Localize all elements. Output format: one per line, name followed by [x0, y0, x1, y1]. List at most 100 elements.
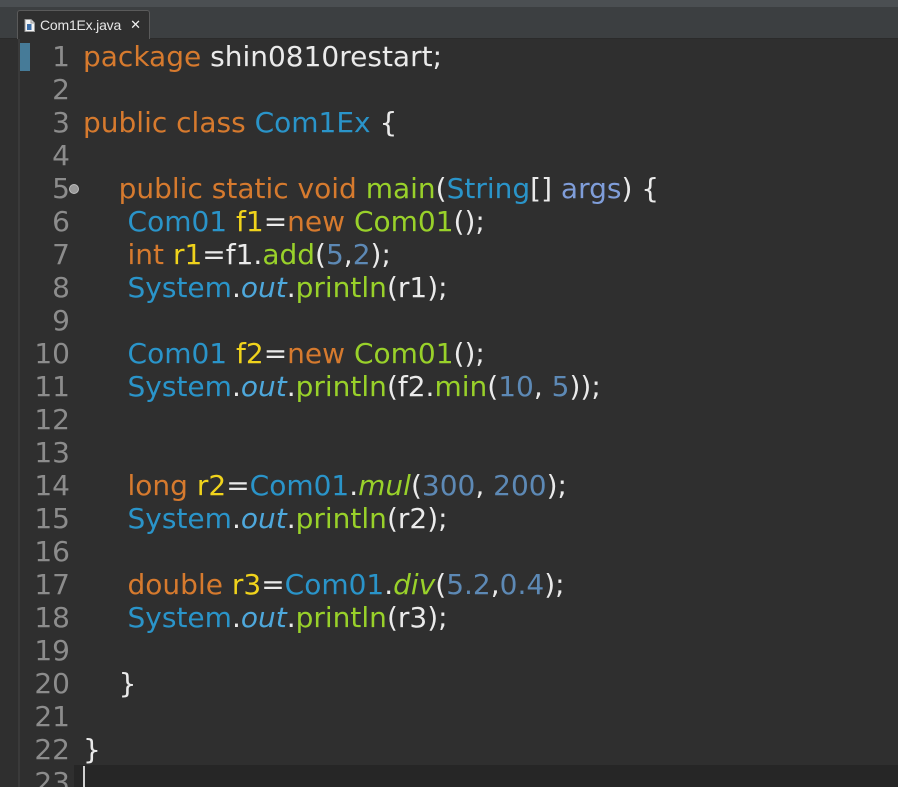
fold-collapse-icon[interactable]	[69, 184, 79, 194]
line-number: 21	[34, 700, 70, 733]
eclipse-editor-window: Com1Ex.java ✕ 1 2 3 4 5 6 7 8 9 10 11 12 13 14 15 16 17 1…	[0, 0, 898, 787]
code-token: println	[295, 271, 387, 304]
code-token: }	[83, 667, 137, 700]
line-number: 18	[34, 601, 70, 634]
code-token: r1	[172, 238, 203, 271]
code-line: double r3=Com01.div(5.2,0.4);	[83, 568, 565, 601]
tab-label: Com1Ex.java	[40, 17, 122, 33]
code-token: 10	[498, 370, 534, 403]
code-token: System	[127, 601, 232, 634]
code-token: f1	[236, 205, 264, 238]
line-number: 17	[34, 568, 70, 601]
code-token: public static void	[83, 172, 366, 205]
code-token: add	[262, 238, 316, 271]
code-token: (	[435, 172, 447, 205]
code-token: (	[435, 568, 447, 601]
code-token: (	[487, 370, 499, 403]
code-line: System.out.println(r2);	[83, 502, 448, 535]
code-token: =	[263, 337, 288, 370]
code-token: new	[287, 337, 346, 370]
code-token: =	[226, 469, 250, 502]
code-token: Com01	[353, 205, 454, 238]
code-token: package	[83, 40, 202, 73]
code-token: System	[127, 271, 232, 304]
code-token: Com01	[127, 205, 228, 238]
code-token: .	[349, 469, 359, 502]
code-token: 200	[493, 469, 547, 502]
code-token: out	[240, 370, 287, 403]
code-token: .	[286, 271, 296, 304]
close-icon[interactable]: ✕	[130, 18, 141, 33]
line-number: 12	[34, 403, 70, 436]
code-token: out	[240, 502, 287, 535]
code-token: out	[240, 271, 287, 304]
code-token: ();	[453, 205, 485, 238]
code-token: }	[83, 733, 101, 766]
code-token: double	[127, 568, 223, 601]
code-line: System.out.println(r3);	[83, 601, 448, 634]
code-token: Com1Ex	[254, 106, 371, 139]
java-file-icon	[24, 18, 35, 32]
code-token: out	[240, 601, 287, 634]
code-token: .	[231, 370, 241, 403]
code-token: f2	[236, 337, 264, 370]
code-token: new	[287, 205, 346, 238]
code-token: {	[370, 106, 398, 139]
code-token: println	[295, 502, 387, 535]
code-token: (f2.	[386, 370, 435, 403]
code-line: Com01 f1=new Com01();	[83, 205, 485, 238]
code-token: []	[530, 172, 561, 205]
code-token: min	[434, 370, 488, 403]
code-token: (r1);	[386, 271, 448, 304]
code-token: .	[231, 601, 241, 634]
line-number: 7	[52, 238, 70, 271]
line-number: 8	[52, 271, 70, 304]
code-token: 0.4	[499, 568, 545, 601]
text-caret	[83, 766, 85, 787]
code-line: }	[83, 733, 101, 766]
code-token: ,	[533, 370, 552, 403]
line-number: 20	[34, 667, 70, 700]
code-line: System.out.println(f2.min(10, 5));	[83, 370, 601, 403]
editor-tab-com1ex[interactable]: Com1Ex.java ✕	[17, 10, 150, 39]
line-number: 14	[34, 469, 70, 502]
line-number: 11	[34, 370, 70, 403]
code-line: int r1=f1.add(5,2);	[83, 238, 391, 271]
code-token: Com01	[127, 337, 228, 370]
code-token: .	[231, 502, 241, 535]
code-token: main	[365, 172, 436, 205]
code-token: 5	[325, 238, 344, 271]
line-number: 19	[34, 634, 70, 667]
code-token: Com01	[284, 568, 385, 601]
code-token: );	[546, 469, 567, 502]
code-token: =f1.	[202, 238, 263, 271]
code-token: div	[393, 568, 436, 601]
code-token: 300	[421, 469, 476, 502]
code-token: =	[261, 568, 285, 601]
code-line: }	[83, 667, 137, 700]
code-token: 5	[551, 370, 570, 403]
line-number-gutter: 1 2 3 4 5 6 7 8 9 10 11 12 13 14 15 16 17 18 19 20 21 22 23	[20, 39, 79, 787]
code-token: 2	[352, 238, 371, 271]
editor-tab-bar: Com1Ex.java ✕	[0, 7, 898, 39]
code-token: System	[127, 502, 232, 535]
code-token: Com01	[249, 469, 350, 502]
line-number: 9	[52, 304, 70, 337]
code-token: public class	[83, 106, 255, 139]
code-area[interactable]: package shin0810restart; public class Com…	[83, 39, 898, 787]
line-number: 16	[34, 535, 70, 568]
line-number: 23	[34, 766, 70, 787]
code-token: (r3);	[386, 601, 448, 634]
code-editor[interactable]: 1 2 3 4 5 6 7 8 9 10 11 12 13 14 15 16 17 18 19 20 21 22 23 pa…	[0, 39, 898, 787]
code-token: (r2);	[386, 502, 448, 535]
code-line: public class Com1Ex {	[83, 106, 397, 139]
